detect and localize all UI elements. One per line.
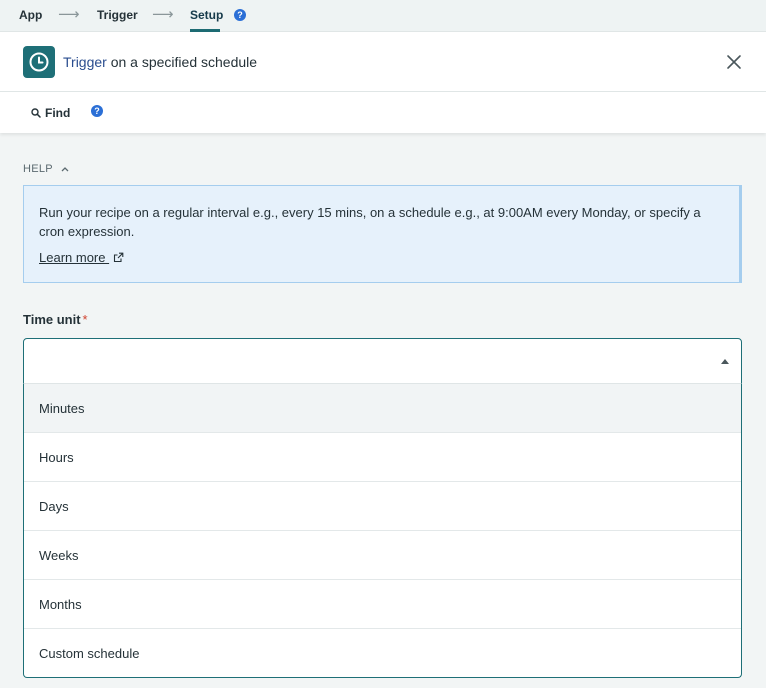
step-title-rest: on a specified schedule: [106, 54, 258, 70]
option-months[interactable]: Months: [24, 580, 741, 629]
caret-up-icon: [721, 359, 729, 364]
step-title-link[interactable]: Trigger: [63, 54, 107, 70]
help-toggle-label: HELP: [23, 163, 53, 175]
help-panel: Run your recipe on a regular interval e.…: [23, 185, 742, 283]
option-custom-schedule[interactable]: Custom schedule: [24, 629, 741, 678]
option-minutes[interactable]: Minutes: [24, 384, 741, 433]
time-unit-select[interactable]: [23, 338, 742, 384]
option-hours[interactable]: Hours: [24, 433, 741, 482]
step-header: Trigger on a specified schedule: [0, 32, 766, 92]
step-title: Trigger on a specified schedule: [63, 54, 257, 70]
help-toggle[interactable]: HELP: [23, 163, 69, 175]
external-link-icon: [114, 252, 124, 263]
learn-more-link[interactable]: Learn more: [39, 250, 124, 265]
clock-icon: [23, 46, 55, 78]
search-icon: [31, 108, 41, 118]
option-days[interactable]: Days: [24, 482, 741, 531]
breadcrumb-trigger[interactable]: Trigger: [97, 8, 138, 22]
time-unit-label-text: Time unit: [23, 312, 81, 327]
breadcrumb-app[interactable]: App: [19, 8, 42, 22]
long-arrow-right-icon: ⟶: [152, 6, 174, 23]
help-text: Run your recipe on a regular interval e.…: [39, 205, 701, 239]
time-unit-dropdown: Minutes Hours Days Weeks Months Custom s…: [23, 383, 742, 678]
option-weeks[interactable]: Weeks: [24, 531, 741, 580]
find-label: Find: [45, 106, 71, 120]
breadcrumb: App ⟶ Trigger ⟶ Setup ?: [0, 0, 766, 32]
find-button[interactable]: Find: [31, 106, 70, 120]
help-circle-icon[interactable]: ?: [234, 9, 246, 21]
help-circle-icon[interactable]: ?: [91, 105, 103, 117]
chevron-up-icon: [61, 167, 69, 172]
long-arrow-right-icon: ⟶: [58, 6, 80, 23]
learn-more-label: Learn more: [39, 250, 106, 265]
time-unit-label: Time unit *: [23, 312, 88, 327]
close-icon[interactable]: [726, 54, 742, 70]
toolbar: Find ?: [0, 92, 766, 133]
breadcrumb-setup[interactable]: Setup: [190, 8, 223, 22]
required-mark: *: [82, 312, 88, 327]
